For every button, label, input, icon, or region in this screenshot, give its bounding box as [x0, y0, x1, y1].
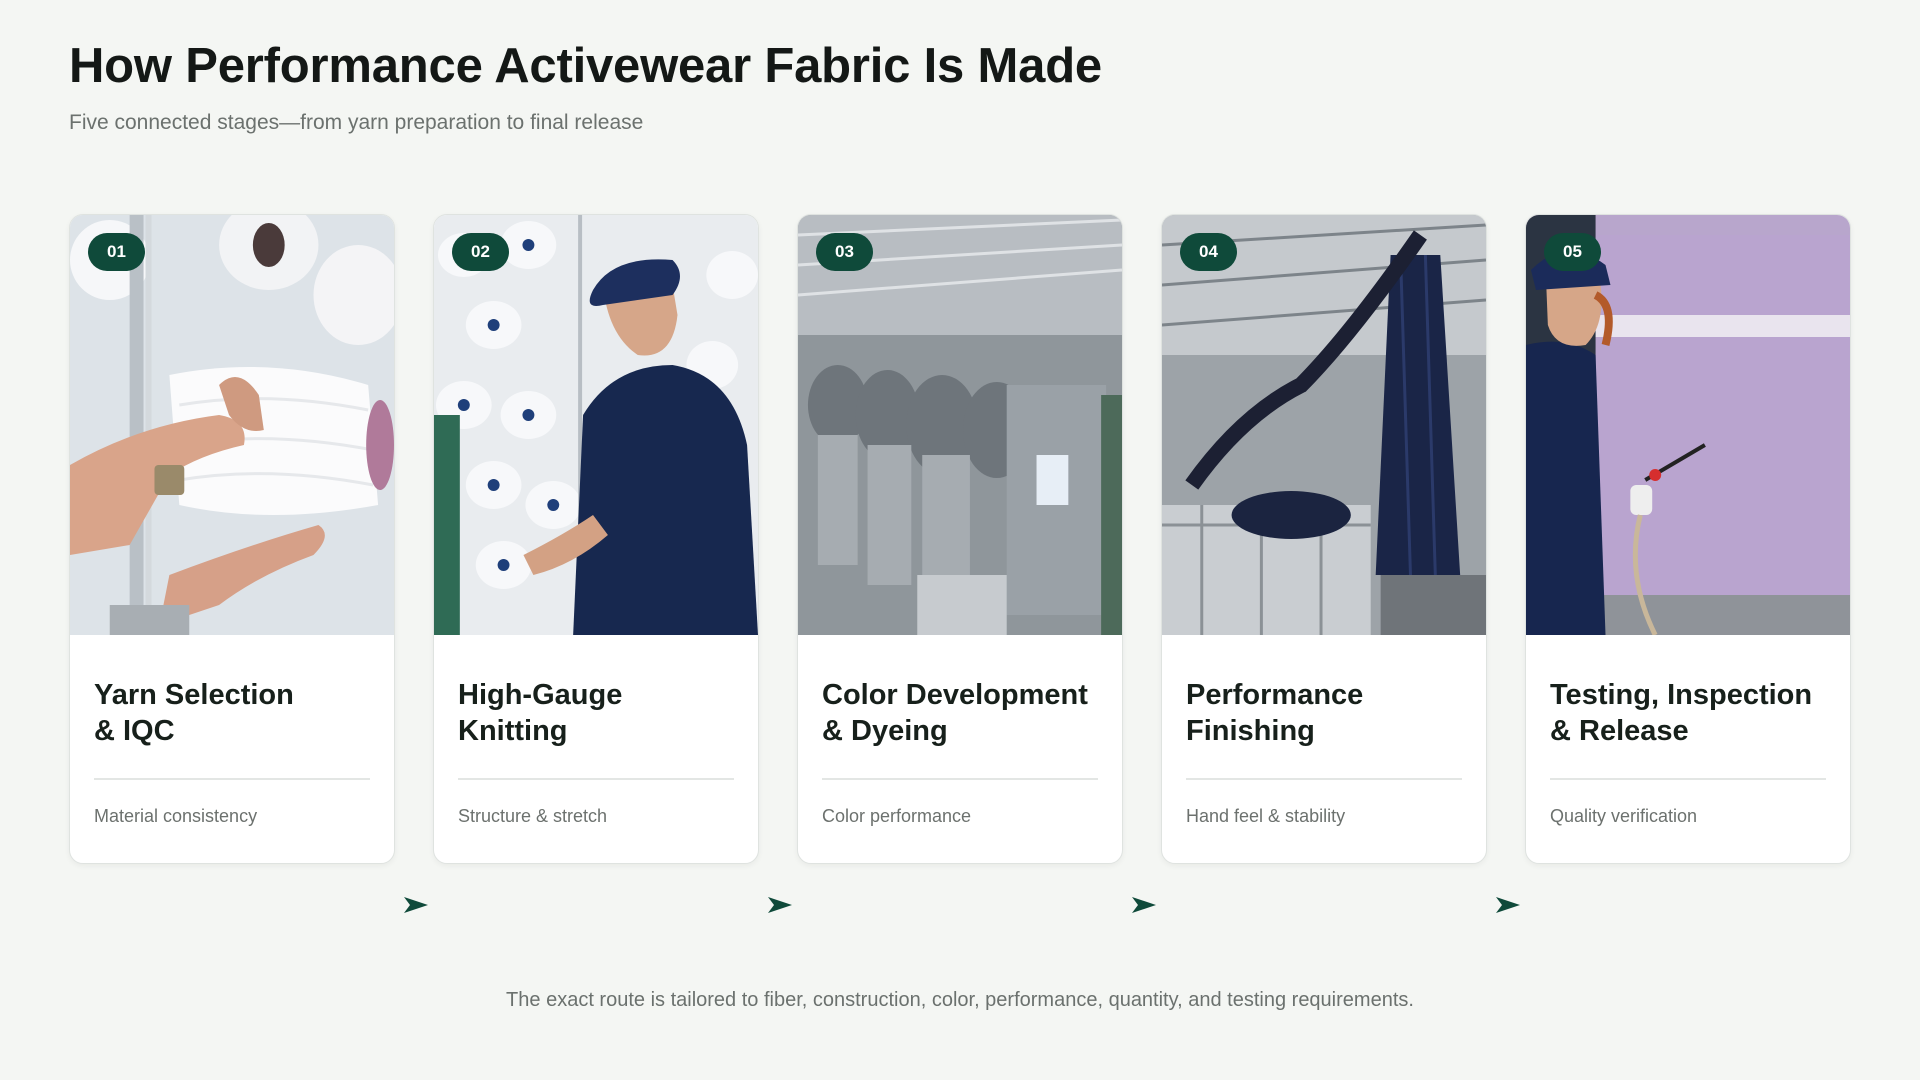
page-subtitle: Five connected stages—from yarn preparat… [69, 111, 644, 134]
page-title: How Performance Activewear Fabric Is Mad… [69, 39, 1102, 93]
stage-title: Testing, Inspection & Release [1550, 679, 1813, 747]
yarn-photo-image [70, 215, 394, 635]
stage-caption: Material consistency [94, 806, 258, 826]
testing-photo-image [1526, 215, 1850, 635]
stage-card-yarn-selection: 01 Yarn Selection & IQC Material consist… [69, 214, 395, 864]
stage-photo-dyeing: 03 [798, 215, 1122, 635]
arrow-right-icon [768, 897, 792, 913]
stage-card-testing: 05 Testing, Inspection & Release Quality… [1525, 214, 1851, 864]
stage-caption: Color performance [822, 806, 972, 826]
finishing-photo-image [1162, 215, 1486, 635]
stage-caption: Structure & stretch [458, 806, 608, 826]
arrow-right-icon [404, 897, 428, 913]
step-badge: 03 [816, 233, 873, 271]
stage-card-finishing: 04 Performance Finishing Hand feel & sta… [1161, 214, 1487, 864]
stage-title: Yarn Selection & IQC [94, 679, 294, 747]
arrow-right-icon [1132, 897, 1156, 913]
process-stages: 01 Yarn Selection & IQC Material consist… [69, 214, 1852, 864]
stage-photo-yarn: 01 [70, 215, 394, 635]
stage-photo-testing: 05 [1526, 215, 1850, 635]
card-divider [822, 778, 1098, 780]
stage-caption: Quality verification [1550, 806, 1698, 826]
card-divider [1186, 778, 1462, 780]
arrow-right-icon [1496, 897, 1520, 913]
stage-card-dyeing: 03 Color Development & Dyeing Color perf… [797, 214, 1123, 864]
card-divider [1550, 778, 1826, 780]
step-badge: 04 [1180, 233, 1237, 271]
stage-title: Color Development & Dyeing [822, 679, 1088, 747]
card-divider [458, 778, 734, 780]
step-badge: 01 [88, 233, 145, 271]
footer-note: The exact route is tailored to fiber, co… [506, 989, 1414, 1011]
stage-photo-finishing: 04 [1162, 215, 1486, 635]
stage-title: Performance Finishing [1186, 679, 1364, 747]
knitting-photo-image [434, 215, 758, 635]
step-badge: 02 [452, 233, 509, 271]
card-divider [94, 778, 370, 780]
dyeing-photo-image [798, 215, 1122, 635]
stage-title: High-Gauge Knitting [458, 679, 623, 747]
step-badge: 05 [1544, 233, 1601, 271]
stage-photo-knitting: 02 [434, 215, 758, 635]
stage-card-knitting: 02 High-Gauge Knitting Structure & stret… [433, 214, 759, 864]
stage-caption: Hand feel & stability [1186, 806, 1346, 826]
